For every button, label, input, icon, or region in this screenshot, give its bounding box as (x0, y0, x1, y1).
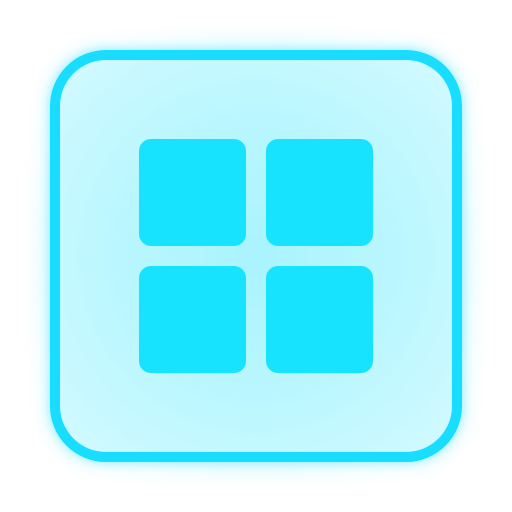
grid-tile-bottom-right-icon (266, 266, 373, 373)
grid-tile-top-left-icon (139, 139, 246, 246)
canvas (0, 0, 512, 512)
grid-tile-top-right-icon (266, 139, 373, 246)
grid-icon[interactable] (50, 50, 462, 462)
grid-tile-bottom-left-icon (139, 266, 246, 373)
grid-app-icon[interactable] (50, 50, 462, 462)
